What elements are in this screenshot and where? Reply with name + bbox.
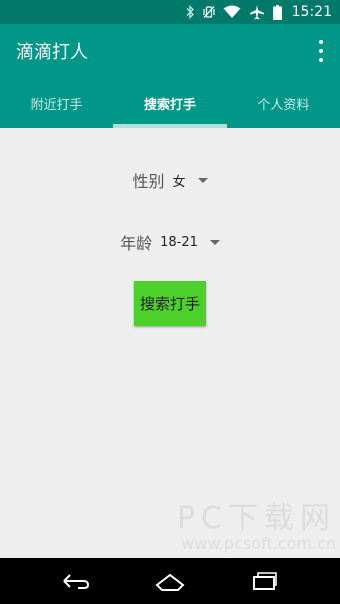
watermark-main: PC下载网	[176, 501, 336, 536]
overflow-menu-icon[interactable]	[316, 40, 326, 62]
watermark-logo: PC下载网 www.pcsoft.com.cn	[177, 504, 336, 552]
home-icon[interactable]	[150, 566, 190, 596]
airplane-icon	[249, 4, 265, 20]
search-panel: 性别 女 年龄 18-21 搜索打手	[0, 128, 340, 558]
age-value: 18-21	[160, 234, 198, 250]
age-label: 年龄	[120, 234, 153, 253]
overflow-dot	[319, 40, 323, 44]
age-spinner[interactable]: 18-21	[160, 235, 220, 250]
search-fighter-button[interactable]: 搜索打手	[134, 281, 206, 326]
gender-value: 女	[172, 174, 186, 190]
watermark-domain: www.pcsoft.com.cn	[181, 534, 336, 553]
dropdown-caret-icon	[209, 239, 220, 245]
tab-search[interactable]: 搜索打手	[113, 78, 227, 128]
battery-icon	[272, 4, 282, 20]
status-clock: 15:21	[291, 4, 332, 20]
tab-profile[interactable]: 个人资料	[227, 78, 340, 128]
recent-apps-icon[interactable]	[245, 566, 285, 596]
status-icons: 15:21	[185, 2, 332, 22]
app-bar: 滴滴打人	[0, 24, 340, 78]
dropdown-caret-icon	[197, 177, 208, 183]
bluetooth-icon	[185, 5, 195, 19]
navigation-bar	[0, 558, 340, 604]
gender-label: 性别	[132, 172, 165, 191]
overflow-dot	[319, 58, 323, 62]
gender-row: 性别 女	[0, 168, 340, 192]
status-bar: 15:21	[0, 0, 340, 24]
app-title: 滴滴打人	[16, 42, 88, 63]
gender-spinner[interactable]: 女	[173, 171, 208, 190]
overflow-dot	[319, 49, 323, 53]
wifi-icon	[223, 5, 241, 19]
tab-bar: 附近打手 搜索打手 个人资料	[0, 78, 340, 128]
vibrate-icon	[203, 5, 215, 19]
age-row: 年龄 18-21	[0, 230, 340, 254]
tab-nearby[interactable]: 附近打手	[0, 78, 113, 128]
back-icon[interactable]	[55, 566, 95, 596]
